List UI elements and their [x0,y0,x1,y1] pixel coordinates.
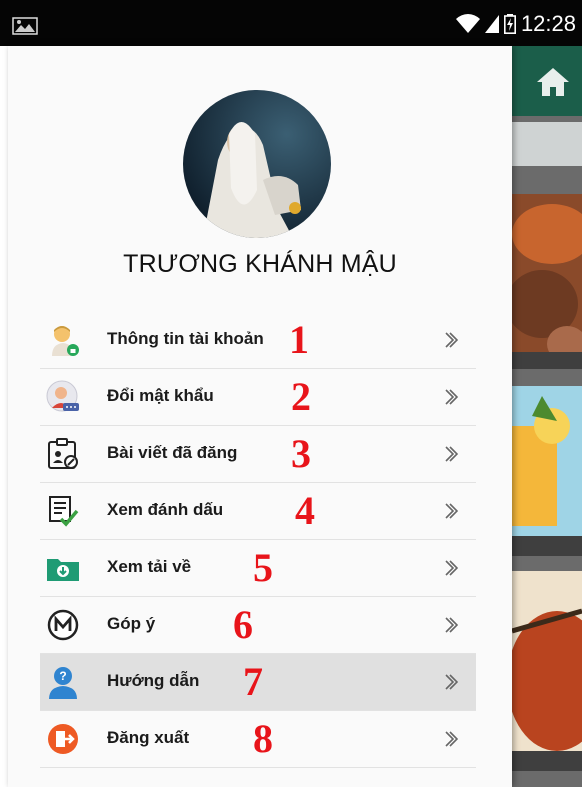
menu-item-label: Góp ý [107,614,156,633]
menu-item-bookmarks[interactable]: Xem đánh dấu 4 [40,483,476,540]
annotation-number: 6 [233,602,253,647]
status-time: 12:28 [520,11,576,36]
profile-name: TRƯƠNG KHÁNH MẬU [123,250,397,278]
checklist-icon [49,496,79,527]
annotation-number: 4 [295,488,315,533]
app-bar [512,46,582,116]
user-password-icon [46,380,79,412]
drawer-menu: Thông tin tài khoản 1 Đổi mật khẩu 2 Bài… [40,312,476,768]
chevron-right-icon [445,731,458,747]
chevron-right-icon [445,617,458,633]
battery-icon [503,14,516,34]
menu-item-label: Xem đánh dấu [107,500,224,519]
search-strip[interactable] [512,122,582,166]
annotation-number: 7 [243,659,263,704]
chevron-right-icon [445,446,458,462]
chevron-right-icon [445,332,458,348]
wifi-icon [455,14,480,33]
avatar[interactable] [183,90,331,238]
annotation-number: 2 [291,374,311,419]
menu-item-label: Bài viết đã đăng [107,443,238,462]
menu-item-feedback[interactable]: Góp ý 6 [40,597,476,654]
menu-item-posted-articles[interactable]: Bài viết đã đăng 3 [40,426,476,483]
posts-clipboard-icon [48,438,78,469]
menu-item-downloads[interactable]: Xem tải về 5 [40,540,476,597]
logout-icon [48,724,78,754]
status-bar: 12:28 [0,0,582,46]
chevron-right-icon [445,389,458,405]
annotation-number: 3 [291,431,311,476]
food-thumbnail[interactable] [512,571,582,771]
help-person-icon: ? [49,667,77,699]
menu-item-guide[interactable]: ? Hướng dẫn 7 [40,654,476,711]
food-thumbnail[interactable] [512,194,582,369]
menu-item-change-password[interactable]: Đổi mật khẩu 2 [40,369,476,426]
signal-icon [484,15,499,33]
menu-item-label: Xem tải về [107,557,192,576]
annotation-number: 8 [253,716,273,761]
menu-item-label: Hướng dẫn [107,671,200,690]
download-folder-icon [47,559,79,581]
chevron-right-icon [445,503,458,519]
feedback-m-icon [47,609,79,641]
home-icon[interactable] [536,66,570,98]
chevron-right-icon [445,560,458,576]
menu-item-label: Thông tin tài khoản [107,329,264,348]
navigation-drawer: TRƯƠNG KHÁNH MẬU Thông tin tài khoản 1 Đ… [8,46,512,787]
background-app [512,46,582,787]
user-lock-icon [52,326,79,356]
chevron-right-icon [445,674,458,690]
menu-item-account-info[interactable]: Thông tin tài khoản 1 [40,312,476,369]
menu-item-label: Đăng xuất [107,728,190,747]
menu-item-logout[interactable]: Đăng xuất 8 [40,711,476,768]
menu-item-label: Đổi mật khẩu [107,386,214,405]
svg-text:?: ? [59,669,66,683]
annotation-number: 1 [289,317,309,362]
annotation-number: 5 [253,545,273,590]
food-thumbnail[interactable] [512,386,582,556]
gallery-notification-icon [12,17,38,35]
